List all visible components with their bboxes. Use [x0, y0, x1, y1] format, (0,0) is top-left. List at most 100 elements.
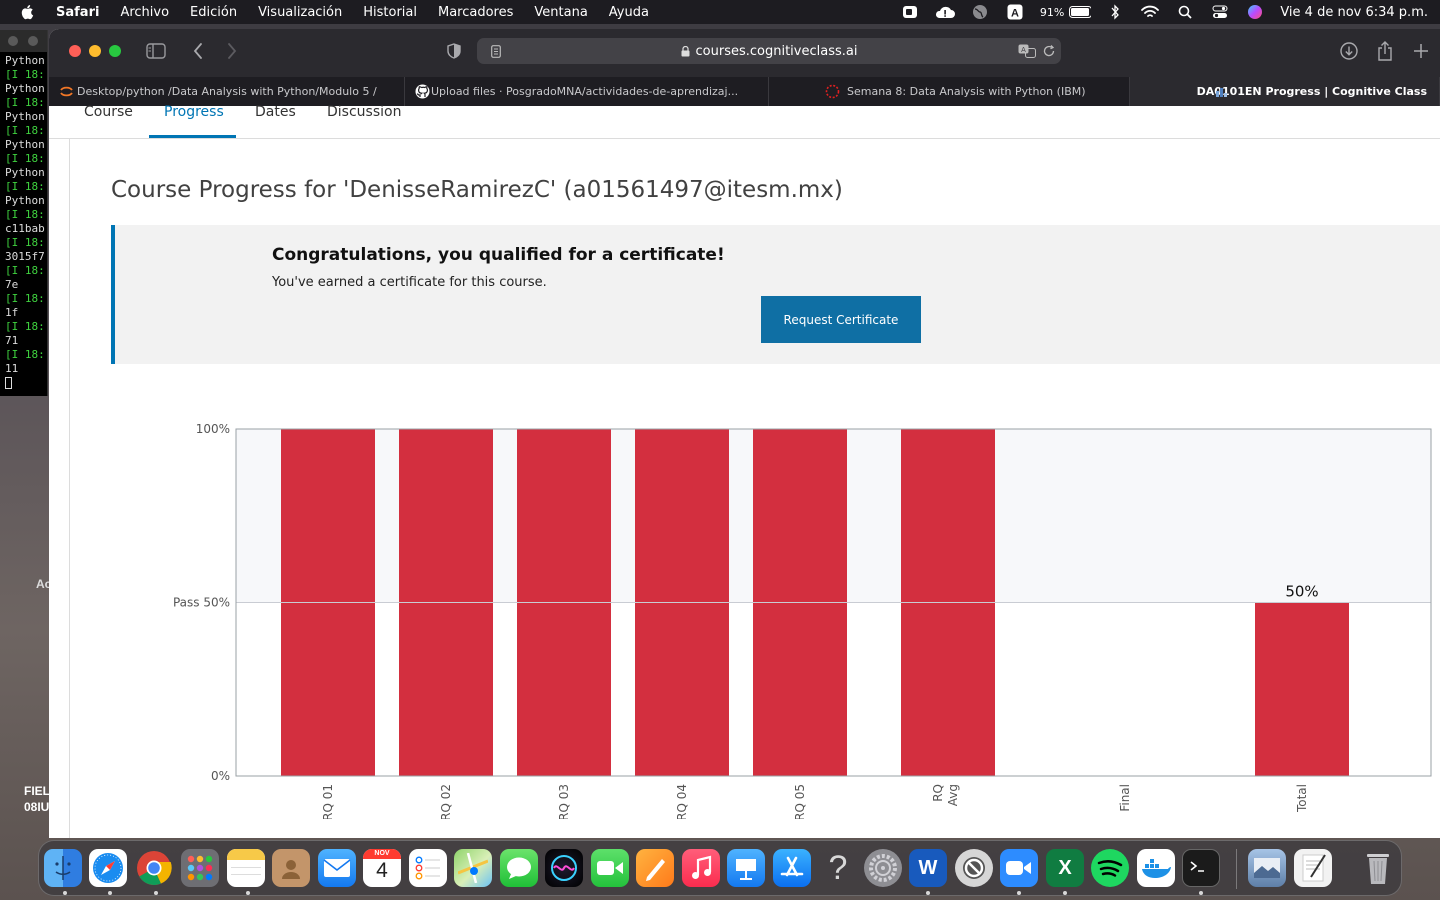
browser-toolbar: courses.cognitiveclass.ai A: [49, 29, 1440, 77]
desktop-file-label[interactable]: FIEL: [24, 784, 50, 798]
trash-icon[interactable]: [1359, 849, 1397, 887]
terminal-line: Python: [5, 82, 45, 95]
music-icon[interactable]: [682, 849, 720, 887]
messages-icon[interactable]: [500, 849, 538, 887]
running-indicator: [63, 891, 67, 895]
terminal-line: 1f: [5, 306, 19, 319]
finder-icon[interactable]: [44, 849, 82, 887]
globe-icon[interactable]: [969, 4, 991, 20]
terminal-line: [I 18:: [5, 320, 45, 333]
reminders-icon[interactable]: [409, 849, 447, 887]
siri-app-icon[interactable]: [545, 849, 583, 887]
tab-discussion[interactable]: Discussion: [327, 104, 401, 120]
menu-ventana[interactable]: Ventana: [534, 5, 587, 20]
apple-menu-icon[interactable]: [20, 4, 38, 20]
terminal-line: 3015f7: [5, 250, 45, 263]
docker-icon[interactable]: [1137, 849, 1175, 887]
facetime-icon[interactable]: [591, 849, 629, 887]
bluetooth-icon[interactable]: [1104, 4, 1126, 20]
browser-tab-active[interactable]: DA0101EN Progress | Cognitive Class: [1130, 77, 1440, 106]
spotify-icon[interactable]: [1091, 849, 1129, 887]
downloads-icon[interactable]: [1339, 41, 1359, 61]
input-source-icon[interactable]: A: [1004, 4, 1026, 20]
maps-icon[interactable]: [454, 849, 492, 887]
menu-ayuda[interactable]: Ayuda: [609, 5, 649, 20]
terminal-minimize-button[interactable]: [28, 36, 38, 46]
menu-app-name[interactable]: Safari: [56, 5, 99, 20]
spotlight-search-icon[interactable]: [1174, 4, 1196, 20]
terminal-icon[interactable]: [1182, 849, 1220, 887]
contacts-icon[interactable]: [272, 849, 310, 887]
textedit-icon[interactable]: [1294, 849, 1332, 887]
menu-edicion[interactable]: Edición: [190, 5, 237, 20]
new-tab-icon[interactable]: [1411, 41, 1431, 61]
control-center-icon[interactable]: [1209, 4, 1231, 20]
reload-icon[interactable]: [1041, 43, 1057, 59]
calendar-icon[interactable]: NOV 4: [363, 849, 401, 887]
word-icon[interactable]: W: [909, 849, 947, 887]
sidebar-toggle-icon[interactable]: [145, 41, 167, 61]
appstore-icon[interactable]: [773, 849, 811, 887]
blocked-app-icon[interactable]: [955, 849, 993, 887]
siri-icon[interactable]: [1244, 4, 1266, 20]
cloud-alert-icon[interactable]: [934, 4, 956, 20]
mail-icon[interactable]: [318, 849, 356, 887]
battery-icon[interactable]: [1069, 4, 1092, 20]
reader-view-icon[interactable]: [489, 43, 503, 59]
system-preferences-icon[interactable]: [864, 849, 902, 887]
terminal-close-button[interactable]: [8, 36, 18, 46]
help-icon[interactable]: ?: [819, 849, 857, 887]
zoom-icon[interactable]: [1000, 849, 1038, 887]
dock: NOV 4 ? W X: [38, 840, 1402, 896]
terminal-line: Python: [5, 166, 45, 179]
tab-title: DA0101EN Progress | Cognitive Class: [1196, 85, 1427, 98]
menu-visualizacion[interactable]: Visualización: [258, 5, 342, 20]
request-certificate-button[interactable]: Request Certificate: [761, 296, 921, 343]
tab-title: Desktop/python /Data Analysis with Pytho…: [77, 85, 377, 98]
desktop-file-label[interactable]: 08IU: [24, 800, 49, 814]
browser-tab[interactable]: Semana 8: Data Analysis with Python (IBM…: [769, 77, 1130, 106]
forward-button[interactable]: [223, 41, 241, 61]
battery-percent: 91%: [1039, 5, 1065, 19]
zoom-window-button[interactable]: [109, 45, 121, 57]
terminal-line: [I 18:: [5, 348, 45, 361]
running-indicator: [1199, 891, 1203, 895]
terminal-line: [I 18:: [5, 180, 45, 193]
menu-marcadores[interactable]: Marcadores: [438, 5, 513, 20]
browser-tab[interactable]: Upload files · PosgradoMNA/actividades-d…: [405, 77, 769, 106]
terminal-line: c11bab: [5, 222, 45, 235]
menu-archivo[interactable]: Archivo: [120, 5, 169, 20]
terminal-line: [I 18:: [5, 264, 45, 277]
browser-tab[interactable]: Desktop/python /Data Analysis with Pytho…: [49, 77, 405, 106]
terminal-window[interactable]: Python [I 18: Python [I 18: Python [I 18…: [0, 30, 48, 396]
notes-icon[interactable]: [227, 849, 265, 887]
active-tab-indicator: [149, 135, 236, 138]
pages-icon[interactable]: [636, 849, 674, 887]
close-window-button[interactable]: [69, 45, 81, 57]
excel-icon[interactable]: X: [1046, 849, 1084, 887]
wifi-icon[interactable]: [1139, 4, 1161, 20]
share-icon[interactable]: [1375, 40, 1395, 62]
url-text[interactable]: courses.cognitiveclass.ai: [696, 44, 858, 59]
tab-course[interactable]: Course: [84, 104, 133, 120]
back-button[interactable]: [189, 41, 207, 61]
safari-icon[interactable]: [89, 849, 127, 887]
screen-record-icon[interactable]: [899, 4, 921, 20]
menubar-clock[interactable]: Vie 4 de nov 6:34 p.m.: [1280, 5, 1428, 20]
keynote-icon[interactable]: [727, 849, 765, 887]
tab-title: Semana 8: Data Analysis with Python (IBM…: [847, 85, 1086, 98]
tab-dates[interactable]: Dates: [255, 104, 296, 120]
minimize-window-button[interactable]: [89, 45, 101, 57]
calendar-month: NOV: [363, 849, 401, 859]
svg-text:A: A: [1021, 47, 1026, 54]
menu-bar: Safari Archivo Edición Visualización His…: [0, 0, 1440, 24]
dock-separator: [1236, 849, 1237, 889]
tab-progress[interactable]: Progress: [164, 104, 224, 120]
translate-icon[interactable]: A: [1017, 43, 1037, 59]
privacy-shield-icon[interactable]: [445, 41, 463, 61]
address-bar[interactable]: courses.cognitiveclass.ai A: [477, 38, 1061, 64]
menu-historial[interactable]: Historial: [363, 5, 417, 20]
chrome-icon[interactable]: [135, 849, 173, 887]
preview-icon[interactable]: [1248, 849, 1286, 887]
launchpad-icon[interactable]: [181, 849, 219, 887]
